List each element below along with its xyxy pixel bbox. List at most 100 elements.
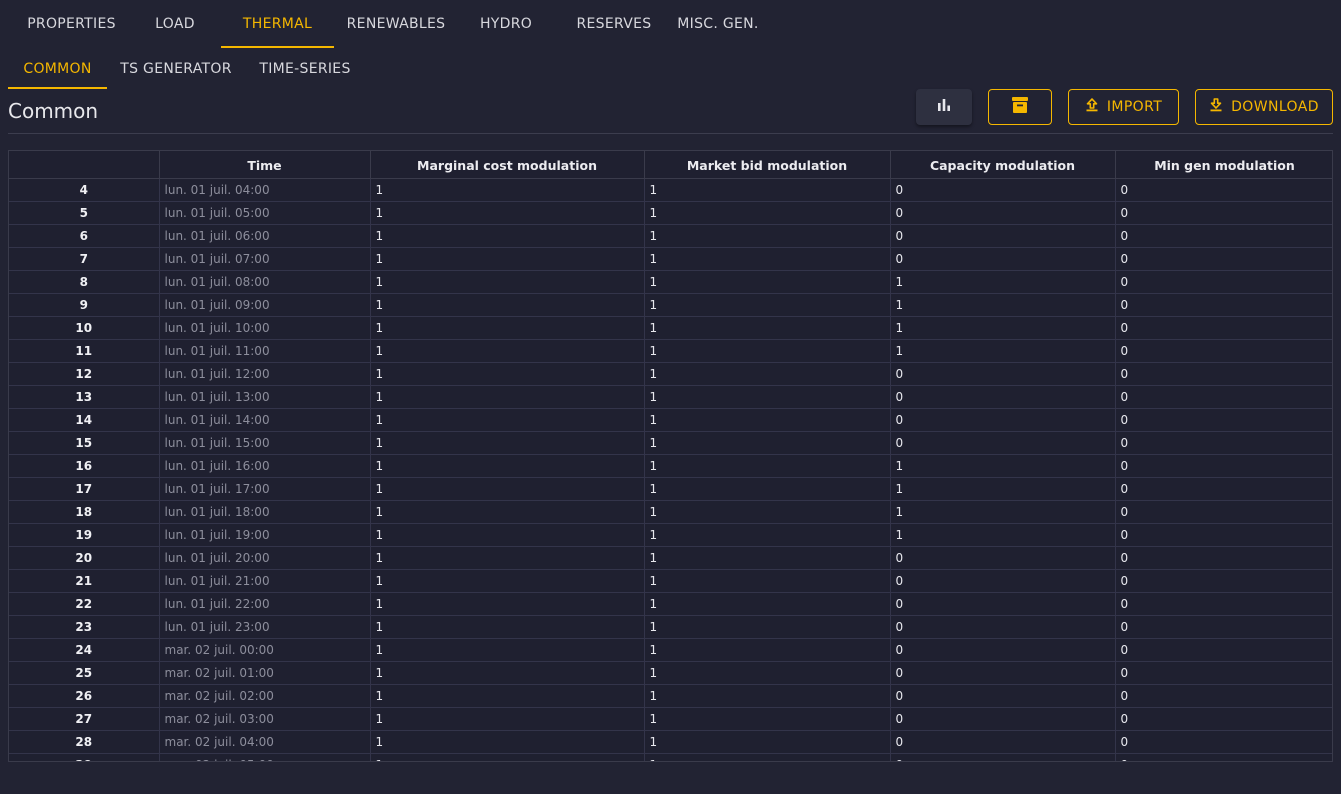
capacity-cell[interactable]: 0	[890, 684, 1116, 708]
min-gen-cell[interactable]: 0	[1115, 270, 1332, 294]
market-bid-cell[interactable]: 1	[644, 431, 891, 455]
min-gen-cell[interactable]: 0	[1115, 408, 1332, 432]
marginal-cost-cell[interactable]: 1	[370, 569, 645, 593]
capacity-cell[interactable]: 0	[890, 385, 1116, 409]
market-bid-cell[interactable]: 1	[644, 362, 891, 386]
marginal-cost-cell[interactable]: 1	[370, 224, 645, 248]
marginal-cost-cell[interactable]: 1	[370, 431, 645, 455]
capacity-cell[interactable]: 0	[890, 615, 1116, 639]
tab-reserves[interactable]: RESERVES	[562, 0, 666, 48]
capacity-cell[interactable]: 0	[890, 592, 1116, 616]
marginal-cost-cell[interactable]: 1	[370, 477, 645, 501]
tab-common[interactable]: COMMON	[8, 48, 107, 89]
min-gen-cell[interactable]: 0	[1115, 454, 1332, 478]
capacity-cell[interactable]: 1	[890, 477, 1116, 501]
min-gen-cell[interactable]: 0	[1115, 730, 1332, 754]
market-bid-cell[interactable]: 1	[644, 339, 891, 363]
market-bid-cell[interactable]: 1	[644, 638, 891, 662]
capacity-cell[interactable]: 0	[890, 247, 1116, 271]
tab-ts-generator[interactable]: TS GENERATOR	[107, 48, 245, 89]
min-gen-cell[interactable]: 0	[1115, 362, 1332, 386]
tab-load[interactable]: LOAD	[143, 0, 207, 48]
import-button[interactable]: IMPORT	[1068, 89, 1179, 125]
download-button[interactable]: DOWNLOAD	[1195, 89, 1333, 125]
min-gen-cell[interactable]: 0	[1115, 661, 1332, 685]
min-gen-cell[interactable]: 0	[1115, 293, 1332, 317]
capacity-cell[interactable]: 0	[890, 201, 1116, 225]
marginal-cost-cell[interactable]: 1	[370, 661, 645, 685]
min-gen-cell[interactable]: 0	[1115, 523, 1332, 547]
market-bid-cell[interactable]: 1	[644, 615, 891, 639]
capacity-cell[interactable]: 0	[890, 753, 1116, 761]
column-header-market-bid[interactable]: Market bid modulation	[644, 151, 891, 179]
min-gen-cell[interactable]: 0	[1115, 385, 1332, 409]
min-gen-cell[interactable]: 0	[1115, 178, 1332, 202]
min-gen-cell[interactable]: 0	[1115, 316, 1332, 340]
market-bid-cell[interactable]: 1	[644, 408, 891, 432]
min-gen-cell[interactable]: 0	[1115, 615, 1332, 639]
capacity-cell[interactable]: 0	[890, 224, 1116, 248]
marginal-cost-cell[interactable]: 1	[370, 753, 645, 761]
capacity-cell[interactable]: 0	[890, 546, 1116, 570]
capacity-cell[interactable]: 0	[890, 431, 1116, 455]
archive-button[interactable]	[988, 89, 1052, 125]
marginal-cost-cell[interactable]: 1	[370, 201, 645, 225]
min-gen-cell[interactable]: 0	[1115, 638, 1332, 662]
capacity-cell[interactable]: 0	[890, 569, 1116, 593]
capacity-cell[interactable]: 1	[890, 270, 1116, 294]
capacity-cell[interactable]: 1	[890, 339, 1116, 363]
market-bid-cell[interactable]: 1	[644, 178, 891, 202]
min-gen-cell[interactable]: 0	[1115, 431, 1332, 455]
column-header-marginal-cost[interactable]: Marginal cost modulation	[370, 151, 645, 179]
capacity-cell[interactable]: 1	[890, 316, 1116, 340]
marginal-cost-cell[interactable]: 1	[370, 592, 645, 616]
market-bid-cell[interactable]: 1	[644, 477, 891, 501]
column-header-capacity[interactable]: Capacity modulation	[890, 151, 1116, 179]
capacity-cell[interactable]: 0	[890, 178, 1116, 202]
min-gen-cell[interactable]: 0	[1115, 500, 1332, 524]
marginal-cost-cell[interactable]: 1	[370, 638, 645, 662]
marginal-cost-cell[interactable]: 1	[370, 523, 645, 547]
capacity-cell[interactable]: 1	[890, 293, 1116, 317]
tab-renewables[interactable]: RENEWABLES	[334, 0, 458, 48]
marginal-cost-cell[interactable]: 1	[370, 316, 645, 340]
market-bid-cell[interactable]: 1	[644, 546, 891, 570]
min-gen-cell[interactable]: 0	[1115, 753, 1332, 761]
min-gen-cell[interactable]: 0	[1115, 592, 1332, 616]
marginal-cost-cell[interactable]: 1	[370, 500, 645, 524]
marginal-cost-cell[interactable]: 1	[370, 546, 645, 570]
market-bid-cell[interactable]: 1	[644, 753, 891, 761]
marginal-cost-cell[interactable]: 1	[370, 615, 645, 639]
capacity-cell[interactable]: 0	[890, 362, 1116, 386]
min-gen-cell[interactable]: 0	[1115, 684, 1332, 708]
market-bid-cell[interactable]: 1	[644, 592, 891, 616]
view-chart-button[interactable]	[916, 89, 972, 125]
market-bid-cell[interactable]: 1	[644, 523, 891, 547]
market-bid-cell[interactable]: 1	[644, 661, 891, 685]
min-gen-cell[interactable]: 0	[1115, 477, 1332, 501]
capacity-cell[interactable]: 1	[890, 454, 1116, 478]
market-bid-cell[interactable]: 1	[644, 316, 891, 340]
tab-properties[interactable]: PROPERTIES	[0, 0, 143, 48]
min-gen-cell[interactable]: 0	[1115, 546, 1332, 570]
marginal-cost-cell[interactable]: 1	[370, 270, 645, 294]
marginal-cost-cell[interactable]: 1	[370, 339, 645, 363]
market-bid-cell[interactable]: 1	[644, 730, 891, 754]
marginal-cost-cell[interactable]: 1	[370, 684, 645, 708]
market-bid-cell[interactable]: 1	[644, 247, 891, 271]
capacity-cell[interactable]: 1	[890, 500, 1116, 524]
market-bid-cell[interactable]: 1	[644, 224, 891, 248]
market-bid-cell[interactable]: 1	[644, 270, 891, 294]
marginal-cost-cell[interactable]: 1	[370, 730, 645, 754]
data-grid[interactable]: Time Marginal cost modulation Market bid…	[8, 150, 1333, 762]
capacity-cell[interactable]: 1	[890, 523, 1116, 547]
column-header-time[interactable]: Time	[159, 151, 371, 179]
marginal-cost-cell[interactable]: 1	[370, 247, 645, 271]
marginal-cost-cell[interactable]: 1	[370, 293, 645, 317]
market-bid-cell[interactable]: 1	[644, 684, 891, 708]
min-gen-cell[interactable]: 0	[1115, 569, 1332, 593]
column-header-min-gen[interactable]: Min gen modulation	[1115, 151, 1332, 179]
min-gen-cell[interactable]: 0	[1115, 224, 1332, 248]
tab-time-series[interactable]: TIME-SERIES	[245, 48, 365, 89]
min-gen-cell[interactable]: 0	[1115, 707, 1332, 731]
